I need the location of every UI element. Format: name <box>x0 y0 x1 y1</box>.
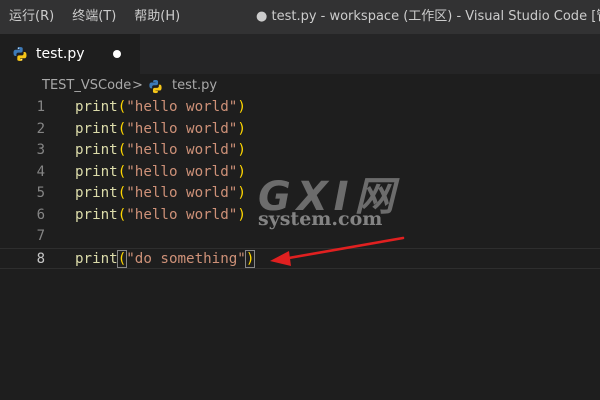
menu-terminal[interactable]: 终端(T) <box>63 0 125 34</box>
code-bracket-matched: ) <box>244 249 256 268</box>
code-bracket-matched: ( <box>116 249 128 268</box>
line-number: 3 <box>36 142 45 158</box>
code-line[interactable]: 3 print("hello world") <box>0 140 600 162</box>
code-string: "hello world" <box>126 163 238 180</box>
code-line[interactable]: 5 print("hello world") <box>0 183 600 205</box>
line-number: 8 <box>36 250 45 267</box>
code-bracket: ) <box>237 99 246 115</box>
code-bracket: ) <box>237 206 246 223</box>
window-title: ● test.py - workspace (工作区) - Visual Stu… <box>256 9 600 24</box>
line-number: 4 <box>36 163 45 180</box>
code-text[interactable]: print("hello world") <box>75 205 246 227</box>
code-function: print <box>75 206 118 223</box>
breadcrumb: TEST_VSCode > test.py <box>0 74 600 98</box>
code-text[interactable]: print("hello world") <box>75 119 246 141</box>
tab-test-py[interactable]: test.py <box>0 34 140 74</box>
code-text[interactable]: print("hello world") <box>75 97 246 119</box>
title-bar: 运行(R) 终端(T) 帮助(H) ● test.py - workspace … <box>0 0 600 34</box>
code-string: "hello world" <box>126 206 238 223</box>
code-bracket: ) <box>237 120 246 137</box>
code-text[interactable]: print("do something") <box>75 249 256 271</box>
line-number: 7 <box>36 228 45 244</box>
line-number: 1 <box>36 99 45 115</box>
code-bracket: ( <box>117 99 127 115</box>
code-line[interactable]: 1 print("hello world") <box>0 97 600 119</box>
menu-run[interactable]: 运行(R) <box>0 0 63 34</box>
breadcrumb-folder[interactable]: TEST_VSCode <box>42 74 131 98</box>
line-number: 5 <box>36 185 45 201</box>
code-editor[interactable]: 1 print("hello world") 2 print("hello wo… <box>0 97 600 400</box>
code-function: print <box>75 163 118 180</box>
line-number: 6 <box>36 206 45 223</box>
code-string: "hello world" <box>126 99 238 115</box>
code-bracket: ( <box>117 206 127 223</box>
breadcrumb-file[interactable]: test.py <box>172 74 217 98</box>
code-function: print <box>75 185 118 201</box>
tab-bar: test.py <box>0 34 600 74</box>
breadcrumb-separator: > <box>132 78 143 93</box>
code-bracket: ( <box>117 142 127 158</box>
code-function: print <box>75 99 118 115</box>
python-icon <box>12 46 28 66</box>
menu-bar: 运行(R) 终端(T) 帮助(H) <box>0 0 189 34</box>
code-line[interactable]: 4 print("hello world") <box>0 162 600 184</box>
code-bracket: ( <box>117 120 127 137</box>
code-bracket: ( <box>117 163 127 180</box>
code-string: "hello world" <box>126 120 238 137</box>
code-bracket: ( <box>117 185 127 201</box>
code-text[interactable]: print("hello world") <box>75 140 246 162</box>
code-bracket: ) <box>237 163 246 180</box>
code-function: print <box>75 250 118 267</box>
code-line[interactable]: 6 print("hello world") <box>0 205 600 227</box>
code-text[interactable]: print("hello world") <box>75 183 246 205</box>
code-line-current[interactable]: 8 print("do something") <box>0 247 600 271</box>
code-function: print <box>75 142 118 158</box>
code-string: "do something" <box>126 250 246 267</box>
code-bracket: ) <box>237 142 246 158</box>
tab-label: test.py <box>36 46 85 62</box>
code-string: "hello world" <box>126 142 238 158</box>
code-string: "hello world" <box>126 185 238 201</box>
line-number: 2 <box>36 120 45 137</box>
python-icon <box>148 79 163 98</box>
code-function: print <box>75 120 118 137</box>
code-text[interactable]: print("hello world") <box>75 162 246 184</box>
menu-help[interactable]: 帮助(H) <box>125 0 189 34</box>
unsaved-dot-icon[interactable] <box>113 50 121 58</box>
code-bracket: ) <box>237 185 246 201</box>
code-line[interactable]: 7 <box>0 226 600 248</box>
code-line[interactable]: 2 print("hello world") <box>0 119 600 141</box>
